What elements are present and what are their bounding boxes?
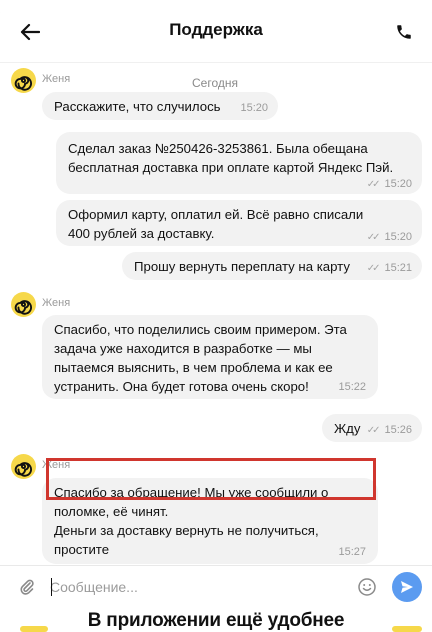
spiral-logo-icon (14, 76, 32, 91)
send-arrow-icon (401, 581, 413, 593)
paperclip-icon (20, 579, 34, 595)
sender-name: Женя (42, 459, 71, 471)
spiral-logo-icon (14, 300, 32, 315)
message-time: ✓✓ 15:20 (367, 228, 412, 247)
message-text-highlighted: Деньги за доставку вернуть не получиться… (54, 523, 319, 557)
message-input[interactable] (50, 576, 340, 598)
support-chat-window: Поддержка Сегодня Женя Расскажите, что с… (0, 0, 432, 632)
send-button[interactable] (392, 572, 422, 602)
chat-title: Поддержка (169, 20, 263, 39)
sender-name: Женя (42, 297, 71, 309)
call-button[interactable] (388, 16, 420, 48)
message-bubble-outgoing: Жду ✓✓ 15:26 (322, 414, 422, 442)
banner-decoration (20, 626, 48, 632)
read-checks-icon: ✓✓ (366, 425, 381, 436)
message-time: ✓✓ 15:26 (367, 421, 412, 440)
message-list[interactable]: Сегодня Женя Расскажите, что случилось 1… (0, 62, 432, 565)
agent-avatar (11, 68, 36, 93)
message-bubble-incoming: Спасибо за обращение! Мы уже сообщили о … (42, 478, 378, 564)
phone-icon (397, 25, 411, 39)
message-time: 15:22 (338, 381, 366, 393)
agent-avatar (11, 292, 36, 317)
agent-avatar (11, 454, 36, 479)
message-text: Спасибо за обращение! Мы уже сообщили о … (54, 485, 329, 519)
message-text: Оформил карту, оплатил ей. Всё равно спи… (68, 207, 364, 241)
app-promo-banner: В приложении ещё удобнее (0, 607, 432, 632)
text-cursor (51, 578, 52, 596)
message-time: 15:20 (240, 102, 268, 114)
smiley-icon (358, 578, 376, 596)
message-bubble-incoming: Спасибо, что поделились своим примером. … (42, 315, 378, 399)
read-checks-icon: ✓✓ (366, 263, 381, 274)
message-time: 15:27 (338, 546, 366, 558)
read-checks-icon: ✓✓ (366, 179, 381, 190)
message-text: Расскажите, что случилось (54, 99, 221, 114)
emoji-button[interactable] (355, 575, 379, 599)
message-text: Прошу вернуть переплату на карту (134, 259, 350, 274)
message-bubble-outgoing: Прошу вернуть переплату на карту ✓✓ 15:21 (122, 252, 422, 280)
message-bubble-outgoing: Сделал заказ №250426-3253861. Была обеща… (56, 132, 422, 194)
chat-header: Поддержка (0, 0, 432, 62)
read-checks-icon: ✓✓ (366, 232, 381, 243)
sender-name: Женя (42, 73, 71, 85)
message-bubble-outgoing: Оформил карту, оплатил ей. Всё равно спи… (56, 200, 422, 246)
banner-title: В приложении ещё удобнее (87, 610, 345, 631)
banner-decoration (392, 626, 422, 632)
date-divider: Сегодня (184, 74, 246, 92)
message-composer (0, 565, 432, 607)
message-bubble-incoming: Расскажите, что случилось 15:20 (42, 92, 278, 120)
message-text: Жду (334, 421, 361, 436)
attach-button[interactable] (16, 576, 38, 598)
message-time: ✓✓ 15:21 (367, 259, 412, 278)
message-text: Спасибо, что поделились своим примером. … (54, 322, 347, 394)
message-time: ✓✓ 15:20 (367, 175, 412, 194)
spiral-logo-icon (14, 462, 32, 477)
message-text: Сделал заказ №250426-3253861. Была обеща… (68, 141, 394, 175)
